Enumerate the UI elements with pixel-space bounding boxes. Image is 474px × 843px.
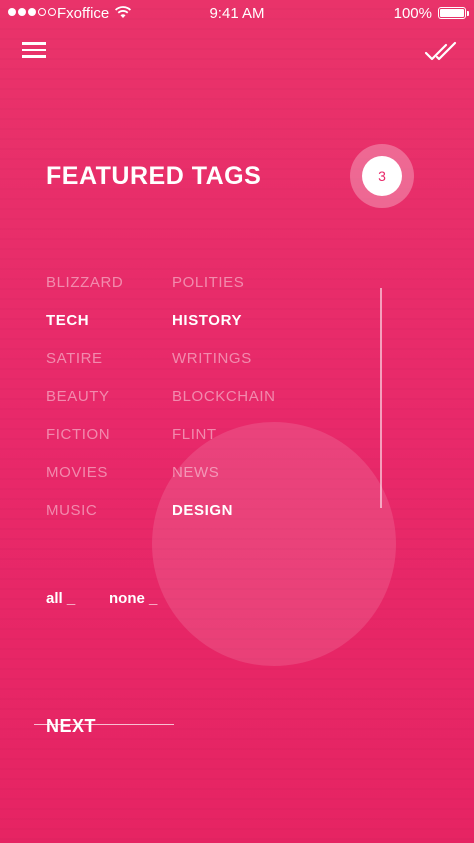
tag-beauty[interactable]: BEAUTY xyxy=(46,388,123,426)
next-button[interactable]: NEXT xyxy=(46,716,96,737)
tag-blizzard[interactable]: BLIZZARD xyxy=(46,274,123,312)
tag-tech[interactable]: TECH xyxy=(46,312,123,350)
status-bar: Fxoffice 9:41 AM 100% xyxy=(0,0,474,26)
tag-polities[interactable]: POLITIES xyxy=(172,274,276,312)
select-all-link[interactable]: all _ xyxy=(46,590,75,607)
tag-design[interactable]: DESIGN xyxy=(172,502,276,540)
tag-list-scrollbar[interactable] xyxy=(380,288,382,508)
selected-count-badge: 3 xyxy=(362,156,402,196)
battery-tip xyxy=(467,11,469,16)
tag-writings[interactable]: WRITINGS xyxy=(172,350,276,388)
tag-music[interactable]: MUSIC xyxy=(46,502,123,540)
tag-movies[interactable]: MOVIES xyxy=(46,464,123,502)
tag-fiction[interactable]: FICTION xyxy=(46,426,123,464)
select-none-link[interactable]: none _ xyxy=(109,590,157,607)
battery-percentage: 100% xyxy=(393,5,432,22)
tag-column-left: BLIZZARD TECH SATIRE BEAUTY FICTION MOVI… xyxy=(46,274,123,540)
tag-satire[interactable]: SATIRE xyxy=(46,350,123,388)
page-title: FEATURED TAGS xyxy=(46,162,262,190)
tag-news[interactable]: NEWS xyxy=(172,464,276,502)
hamburger-menu-icon[interactable] xyxy=(22,40,46,60)
tag-blockchain[interactable]: BLOCKCHAIN xyxy=(172,388,276,426)
battery-icon xyxy=(438,7,466,19)
double-check-icon[interactable] xyxy=(424,40,458,64)
tag-history[interactable]: HISTORY xyxy=(172,312,276,350)
tag-column-right: POLITIES HISTORY WRITINGS BLOCKCHAIN FLI… xyxy=(172,274,276,540)
selected-count-ring: 3 xyxy=(350,144,414,208)
tag-flint[interactable]: FLINT xyxy=(172,426,276,464)
